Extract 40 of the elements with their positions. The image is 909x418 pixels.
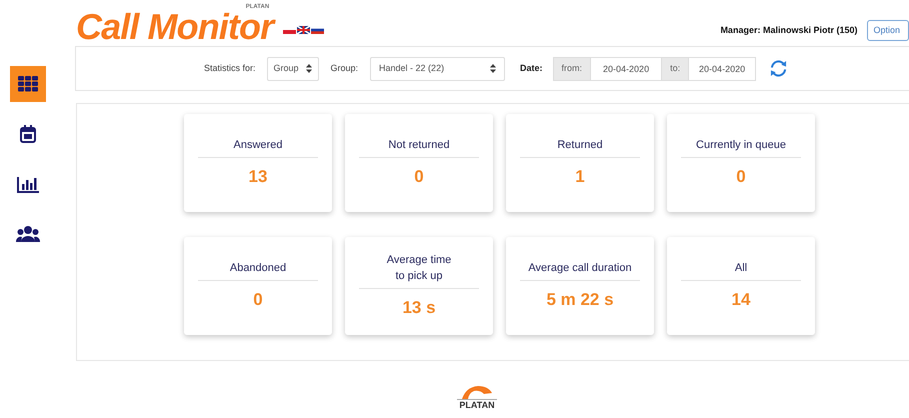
from-date-field[interactable]: 20-04-2020 bbox=[591, 56, 662, 80]
manager-label: Manager: Malinowski Piotr (150) bbox=[720, 24, 858, 37]
stat-title: Abandoned bbox=[198, 260, 318, 281]
from-label: from: bbox=[552, 56, 592, 80]
to-date-field[interactable]: 20-04-2020 bbox=[689, 56, 756, 80]
caret-icon bbox=[306, 64, 312, 73]
stat-value: 0 bbox=[253, 288, 263, 311]
stat-title: Average time to pick up bbox=[359, 252, 479, 289]
to-label: to: bbox=[661, 56, 690, 80]
stat-value: 14 bbox=[732, 288, 750, 311]
logo-text: Call Monitor bbox=[76, 10, 274, 44]
refresh-icon[interactable] bbox=[769, 60, 788, 77]
stat-value: 13 bbox=[248, 166, 268, 188]
statistics-dropdown[interactable]: Group bbox=[266, 56, 319, 80]
stat-value: 0 bbox=[414, 166, 424, 188]
stat-title: All bbox=[681, 260, 801, 281]
group-name-dropdown[interactable]: Handel - 22 (22) bbox=[370, 56, 506, 80]
flag-icon[interactable] bbox=[311, 26, 324, 34]
flag-icon[interactable] bbox=[297, 26, 310, 34]
stat-title: Answered bbox=[198, 136, 318, 158]
stat-title: Not returned bbox=[359, 136, 479, 158]
calendar-icon bbox=[20, 125, 36, 143]
stat-value: 5 m 22 s bbox=[546, 288, 614, 311]
stat-title: Average call duration bbox=[520, 260, 640, 281]
group-label: Group: bbox=[330, 62, 358, 75]
stat-value: 1 bbox=[575, 166, 585, 188]
grid-icon bbox=[18, 76, 38, 92]
options-button[interactable]: Option bbox=[867, 20, 909, 41]
date-label: Date: bbox=[520, 62, 543, 75]
statistics-label: Statistics for: bbox=[204, 62, 256, 75]
users-icon bbox=[16, 226, 40, 242]
footer-logo-text: PLATAN bbox=[457, 399, 497, 410]
stat-title: Returned bbox=[520, 136, 640, 158]
stat-title: Currently in queue bbox=[681, 136, 801, 158]
platan-logo-icon bbox=[460, 385, 494, 399]
bar-chart-icon bbox=[17, 175, 39, 193]
stat-value: 13 s bbox=[402, 296, 436, 319]
sidebar-item[interactable] bbox=[10, 66, 46, 102]
stat-value: 0 bbox=[736, 166, 746, 188]
caret-icon bbox=[490, 64, 496, 73]
